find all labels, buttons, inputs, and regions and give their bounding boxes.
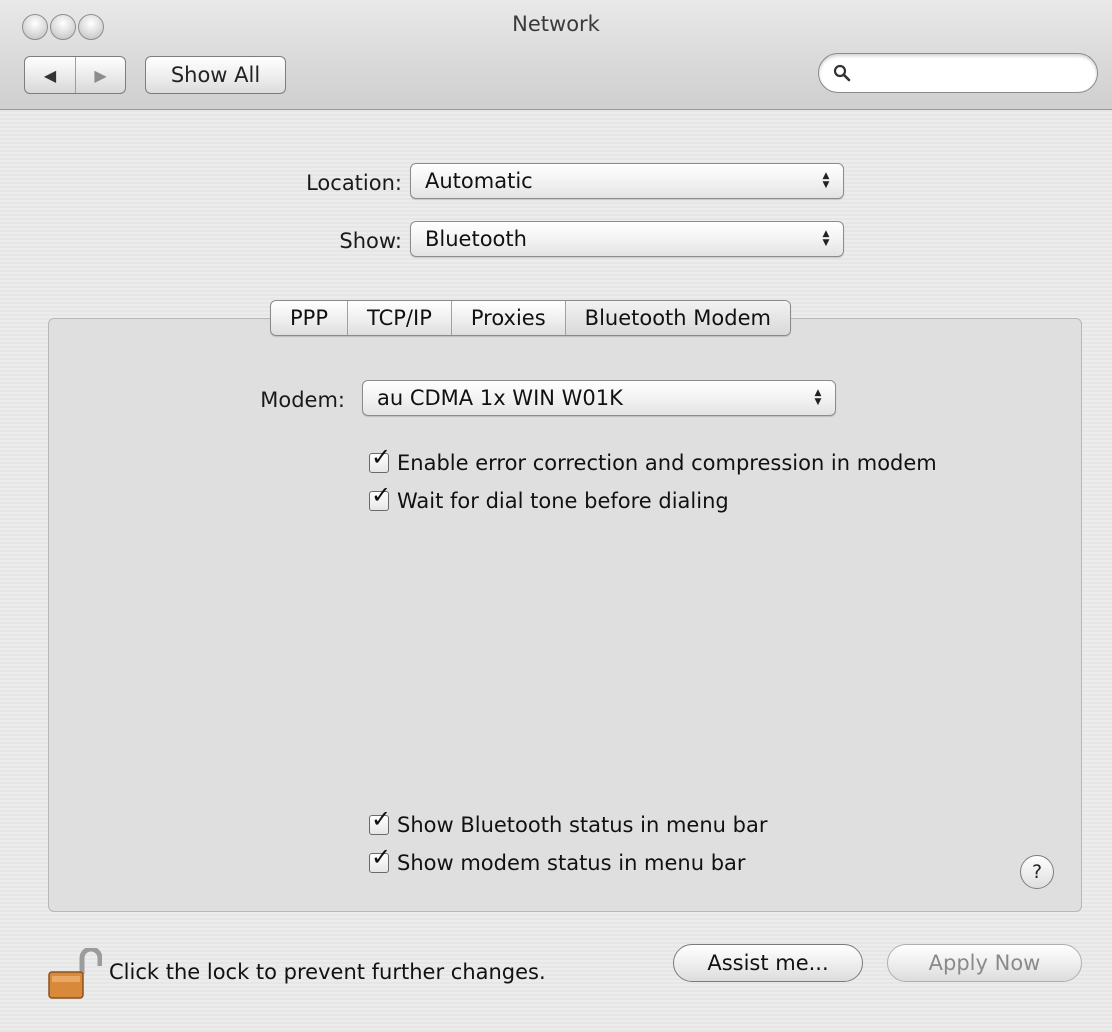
back-forward-control: ◀ ▶ — [24, 56, 126, 94]
back-arrow-icon: ◀ — [43, 65, 57, 85]
title-bar: Network ◀ ▶ Show All — [0, 0, 1112, 110]
checkmark-icon: ✓ — [371, 843, 392, 871]
checkmark-icon: ✓ — [371, 443, 392, 471]
popup-arrows-icon: ▲ ▼ — [822, 171, 830, 190]
search-icon — [833, 64, 851, 82]
forward-arrow-icon: ▶ — [94, 65, 107, 85]
popup-arrows-icon: ▲ ▼ — [814, 388, 822, 407]
tab-tcp-ip[interactable]: TCP/IP — [348, 301, 452, 335]
tab-bluetooth-modem[interactable]: Bluetooth Modem — [565, 301, 790, 335]
error-correction-checkbox[interactable]: ✓ Enable error correction and compressio… — [369, 445, 937, 475]
forward-button[interactable]: ▶ — [75, 57, 125, 93]
show-value: Bluetooth — [425, 227, 527, 251]
help-button[interactable]: ? — [1020, 855, 1054, 889]
tab-bar: PPP TCP/IP Proxies Bluetooth Modem — [270, 300, 791, 336]
checkbox-label: Show Bluetooth status in menu bar — [397, 813, 768, 837]
checkbox-box[interactable]: ✓ — [369, 483, 391, 511]
show-all-button[interactable]: Show All — [145, 56, 286, 94]
search-field[interactable] — [818, 53, 1098, 93]
modem-value: au CDMA 1x WIN W01K — [377, 386, 623, 410]
tab-proxies[interactable]: Proxies — [452, 301, 566, 335]
checkmark-icon: ✓ — [371, 805, 392, 833]
location-label: Location: — [306, 171, 402, 195]
show-label: Show: — [339, 229, 402, 253]
location-value: Automatic — [425, 169, 533, 193]
checkbox-box[interactable]: ✓ — [369, 845, 391, 873]
checkbox-label: Show modem status in menu bar — [397, 851, 746, 875]
checkbox-label: Wait for dial tone before dialing — [397, 489, 729, 513]
modem-status-checkbox[interactable]: ✓ Show modem status in menu bar — [369, 845, 746, 875]
checkbox-label: Enable error correction and compression … — [397, 451, 937, 475]
assist-me-button[interactable]: Assist me... — [673, 944, 863, 982]
question-mark-icon: ? — [1031, 861, 1043, 883]
search-input[interactable] — [857, 61, 1077, 85]
modem-label: Modem: — [260, 388, 345, 412]
wait-dial-tone-checkbox[interactable]: ✓ Wait for dial tone before dialing — [369, 483, 729, 513]
bluetooth-status-checkbox[interactable]: ✓ Show Bluetooth status in menu bar — [369, 807, 768, 837]
network-preferences-window: Network ◀ ▶ Show All Location: Automatic… — [0, 0, 1112, 1032]
lock-icon[interactable] — [46, 948, 102, 1000]
tab-ppp[interactable]: PPP — [271, 301, 348, 335]
back-button[interactable]: ◀ — [25, 57, 75, 93]
show-popup[interactable]: Bluetooth ▲ ▼ — [410, 221, 844, 257]
checkbox-box[interactable]: ✓ — [369, 445, 391, 473]
apply-now-button[interactable]: Apply Now — [887, 944, 1082, 982]
popup-arrows-icon: ▲ ▼ — [822, 229, 830, 248]
window-title: Network — [512, 12, 600, 36]
checkmark-icon: ✓ — [371, 481, 392, 509]
modem-popup[interactable]: au CDMA 1x WIN W01K ▲ ▼ — [362, 380, 836, 416]
checkbox-box[interactable]: ✓ — [369, 807, 391, 835]
location-popup[interactable]: Automatic ▲ ▼ — [410, 163, 844, 199]
lock-message: Click the lock to prevent further change… — [109, 960, 546, 984]
